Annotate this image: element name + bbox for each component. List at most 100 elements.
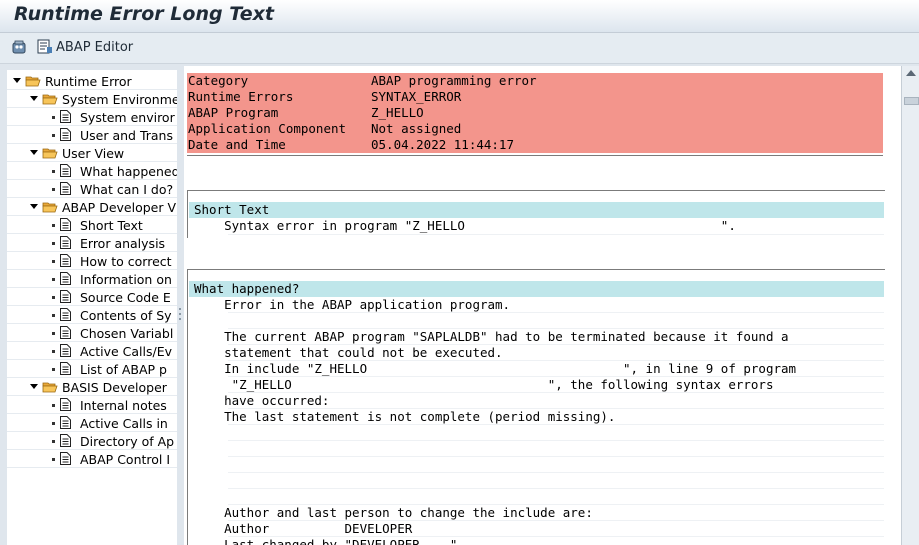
expand-triangle-icon[interactable]: [30, 96, 38, 101]
splitter-grip[interactable]: [179, 318, 181, 320]
bullet-icon: [52, 242, 55, 245]
header-row: Application Component Not assigned: [187, 121, 883, 137]
bullet-icon: [52, 404, 55, 407]
tree-doc-node[interactable]: What can I do?: [7, 180, 177, 198]
bullet-icon: [52, 350, 55, 353]
document-icon: [60, 182, 71, 195]
expand-triangle-icon[interactable]: [30, 384, 38, 389]
tree-folder-node[interactable]: User View: [7, 144, 177, 162]
text-line: Author DEVELOPER: [194, 521, 413, 536]
header-value: SYNTAX_ERROR: [371, 89, 462, 104]
row-separator: [228, 424, 884, 425]
short-text-line: Syntax error in program "Z_HELLO ".: [194, 218, 736, 233]
tree-doc-node[interactable]: User and Trans: [7, 126, 177, 144]
header-value: Z_HELLO: [371, 105, 424, 120]
tree-folder-node[interactable]: BASIS Developer: [7, 378, 177, 396]
scroll-thumb[interactable]: [904, 97, 919, 105]
tree-doc-node[interactable]: Active Calls/Ev: [7, 342, 177, 360]
tree-doc-node[interactable]: Information on: [7, 270, 177, 288]
row-separator: [228, 456, 884, 457]
expand-triangle-icon[interactable]: [30, 150, 38, 155]
navigation-tree: Runtime Error System Environme System envi…: [7, 70, 178, 545]
text-line: Author and last person to change the inc…: [194, 505, 593, 520]
tree-node-label: ABAP Control I: [80, 452, 171, 467]
tree-doc-node[interactable]: ABAP Control I: [7, 450, 177, 468]
text-line: Error in the ABAP application program.: [194, 297, 511, 312]
tree-doc-node[interactable]: Directory of Ap: [7, 432, 177, 450]
application-toolbar: ABAP Editor: [0, 33, 919, 64]
tree-node-label: Error analysis: [80, 236, 166, 251]
tree-node-label: System Environme: [62, 92, 178, 107]
abap-editor-button[interactable]: ABAP Editor: [56, 40, 133, 55]
text-line: The current ABAP program "SAPLALDB" had …: [194, 329, 789, 344]
vertical-scrollbar[interactable]: [901, 66, 919, 545]
bullet-icon: [52, 278, 55, 281]
header-row: ABAP Program Z_HELLO: [187, 105, 883, 121]
header-key: Date and Time: [188, 137, 286, 152]
splitter-grip[interactable]: [179, 308, 181, 310]
tree-node-label: Contents of Sy: [80, 308, 172, 323]
tree-row-separator: [7, 467, 177, 468]
header-row: Date and Time 05.04.2022 11:44:17: [187, 137, 883, 153]
tree-doc-node[interactable]: Source Code E: [7, 288, 177, 306]
tree-folder-node[interactable]: System Environme: [7, 90, 177, 108]
folder-open-icon: [42, 382, 58, 393]
tree-doc-node[interactable]: Contents of Sy: [7, 306, 177, 324]
tree-doc-node[interactable]: Internal notes: [7, 396, 177, 414]
title-bar: Runtime Error Long Text: [0, 0, 919, 33]
header-key: Application Component: [188, 121, 347, 136]
tree-doc-node[interactable]: System enviror: [7, 108, 177, 126]
expand-triangle-icon[interactable]: [13, 78, 21, 83]
tree-folder-node[interactable]: Runtime Error: [7, 72, 177, 90]
bullet-icon: [52, 224, 55, 227]
expand-triangle-icon[interactable]: [30, 204, 38, 209]
text-line: have occurred:: [194, 393, 330, 408]
tree-node-label: What happened: [80, 164, 178, 179]
bullet-icon: [52, 260, 55, 263]
tree-doc-node[interactable]: List of ABAP p: [7, 360, 177, 378]
document-icon: [60, 218, 71, 231]
bullet-icon: [52, 458, 55, 461]
tree-node-label: Short Text: [80, 218, 143, 233]
document-icon: [60, 326, 71, 339]
tree-doc-node[interactable]: What happened: [7, 162, 177, 180]
tree-doc-node[interactable]: Active Calls in: [7, 414, 177, 432]
bullet-icon: [52, 170, 55, 173]
tree-doc-node[interactable]: Chosen Variabl: [7, 324, 177, 342]
document-icon: [60, 452, 71, 465]
header-row: Category ABAP programming error: [187, 73, 883, 89]
text-line: The last statement is not complete (peri…: [194, 409, 616, 424]
abap-editor-icon[interactable]: [36, 38, 54, 56]
document-icon: [60, 128, 71, 141]
document-icon: [60, 398, 71, 411]
document-icon: [60, 236, 71, 249]
tree-node-label: Source Code E: [80, 290, 171, 305]
document-icon: [60, 344, 71, 357]
document-icon: [60, 110, 71, 123]
bullet-icon: [52, 440, 55, 443]
text-line: In include "Z_HELLO ", in line 9 of prog…: [194, 361, 797, 376]
bullet-icon: [52, 296, 55, 299]
tree-doc-node[interactable]: How to correct: [7, 252, 177, 270]
document-icon: [60, 254, 71, 267]
tree-node-label: Information on: [80, 272, 172, 287]
short-text-section: Short Text Syntax error in program "Z_HE…: [187, 190, 885, 238]
what-happened-section: What happened? Error in the ABAP applica…: [187, 269, 885, 545]
divider: [187, 155, 883, 156]
tree-folder-node[interactable]: ABAP Developer V: [7, 198, 177, 216]
row-separator: [228, 440, 884, 441]
tree-node-label: Active Calls in: [80, 416, 168, 431]
bullet-icon: [52, 368, 55, 371]
splitter-grip[interactable]: [179, 313, 181, 315]
window-title: Runtime Error Long Text: [14, 3, 274, 25]
debugger-icon[interactable]: [11, 38, 29, 56]
tree-doc-node[interactable]: Error analysis: [7, 234, 177, 252]
document-icon: [60, 272, 71, 285]
tree-doc-node[interactable]: Short Text: [7, 216, 177, 234]
row-separator: [228, 234, 884, 235]
bullet-icon: [52, 134, 55, 137]
scroll-up-icon[interactable]: [906, 70, 916, 76]
row-separator: [228, 312, 884, 313]
tree-node-label: User View: [62, 146, 125, 161]
bullet-icon: [52, 188, 55, 191]
